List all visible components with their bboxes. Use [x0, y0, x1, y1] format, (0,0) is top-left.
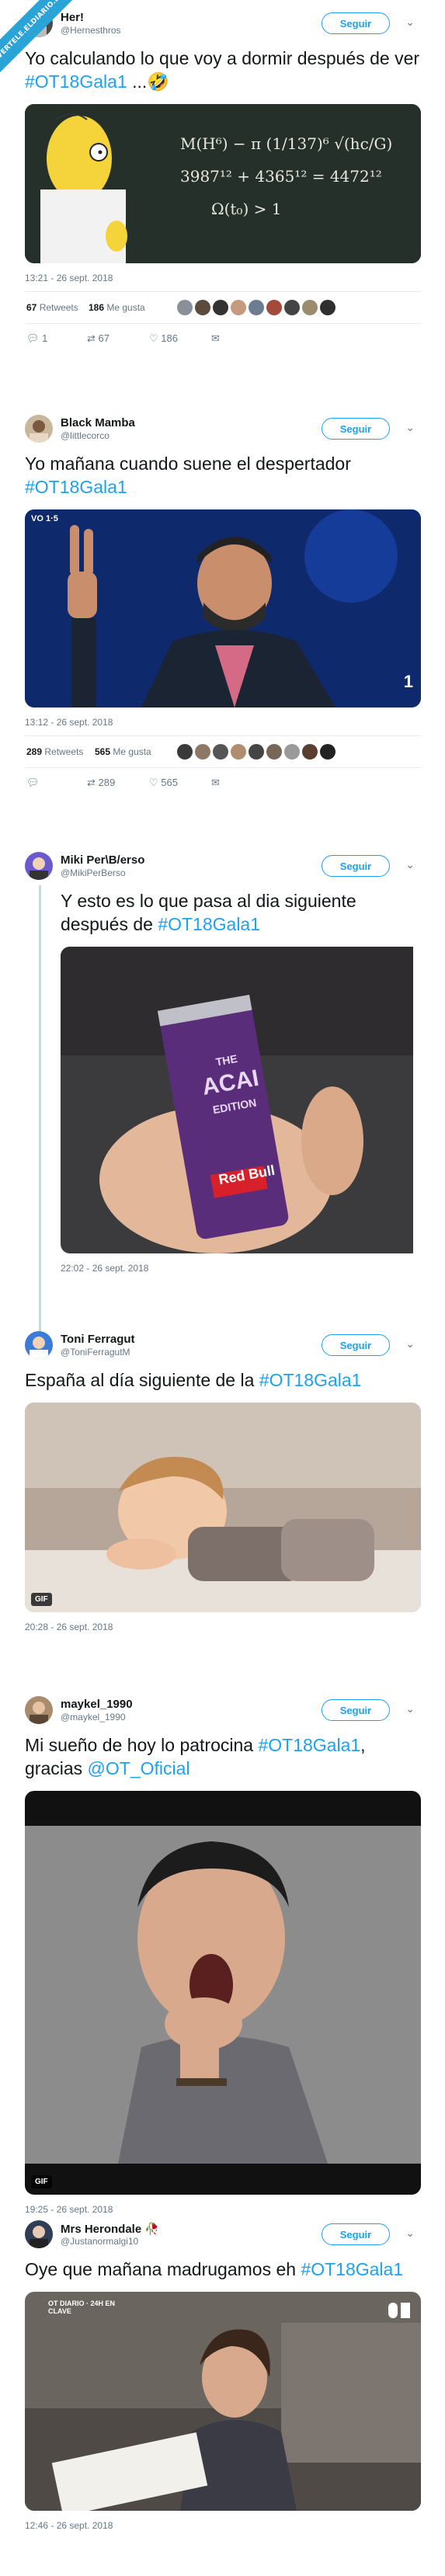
timestamp[interactable]: 13:12 - 26 sept. 2018 — [25, 717, 421, 728]
tweet-card: Miki Per\B/erso @MikiPerBerso Seguir ⌄ Y… — [17, 849, 429, 1274]
retweets-stat[interactable]: 67 Retweets — [26, 302, 78, 313]
tweet-header: Miki Per\B/erso @MikiPerBerso Seguir ⌄ — [17, 849, 429, 880]
author-handle[interactable]: @Hernesthros — [61, 25, 121, 36]
timestamp[interactable]: 22:02 - 26 sept. 2018 — [61, 1263, 421, 1274]
reply-icon[interactable]: 💬︎ — [26, 777, 40, 789]
chevron-down-icon[interactable]: ⌄ — [405, 858, 415, 871]
video-overlay-label: VO 1·5 — [31, 514, 58, 523]
tweet-card: Toni Ferragut @ToniFerragutM Seguir ⌄ Es… — [17, 1328, 429, 1632]
follow-button[interactable]: Seguir — [322, 1699, 390, 1721]
like-icon[interactable]: ♡ 565 — [149, 777, 178, 789]
tweet-header: maykel_1990 @maykel_1990 Seguir ⌄ — [17, 1693, 429, 1724]
likes-stat[interactable]: 565 Me gusta — [95, 746, 151, 757]
timestamp[interactable]: 19:25 - 26 sept. 2018 — [25, 2204, 421, 2215]
tweet-header: Black Mamba @littlecorco Seguir ⌄ — [17, 412, 429, 443]
tweet-actions: 💬︎ 1 ⇄ 67 ♡ 186 ✉ — [25, 324, 421, 352]
tweet-header: Her! @Hernesthros Seguir ⌄ — [17, 6, 429, 37]
author-handle[interactable]: @Justanormalgi10 — [61, 2236, 138, 2247]
retweet-icon[interactable]: ⇄ 289 — [87, 777, 115, 789]
video-overlay-label: OT DIARIO · 24H EN CLAVE — [48, 2300, 116, 2315]
liker-avatars — [177, 300, 338, 318]
author-handle[interactable]: @littlecorco — [61, 430, 110, 441]
follow-button[interactable]: Seguir — [322, 2223, 390, 2245]
tweet-image[interactable]: M(H⁶) − π (1/137)⁶ √(hc/G) 3987¹² + 4365… — [25, 104, 421, 263]
hashtag-link[interactable]: #OT18Gala1 — [158, 914, 260, 934]
timestamp[interactable]: 20:28 - 26 sept. 2018 — [25, 1622, 421, 1632]
tweet-card: Her! @Hernesthros Seguir ⌄ Yo calculando… — [17, 6, 429, 352]
follow-button[interactable]: Seguir — [322, 12, 390, 34]
hashtag-link[interactable]: #OT18Gala1 — [258, 1735, 360, 1755]
hashtag-link[interactable]: #OT18Gala1 — [259, 1370, 362, 1390]
hashtag-link[interactable]: #OT18Gala1 — [301, 2259, 403, 2279]
author-handle[interactable]: @MikiPerBerso — [61, 867, 126, 878]
engagement-stats: 289 Retweets 565 Me gusta — [25, 735, 421, 768]
tweet-header: Toni Ferragut @ToniFerragutM Seguir ⌄ — [17, 1328, 429, 1359]
gif-badge: GIF — [31, 1593, 52, 1606]
author-name[interactable]: Black Mamba — [61, 416, 135, 429]
author-name[interactable]: Miki Per\B/erso — [61, 853, 144, 867]
chevron-down-icon[interactable]: ⌄ — [405, 1702, 415, 1716]
tweet-image[interactable]: THE ACAI EDITION Red Bull — [61, 947, 421, 1253]
channel-logo — [388, 2303, 410, 2318]
author-name[interactable]: Her! — [61, 11, 84, 24]
engagement-stats: 67 Retweets 186 Me gusta — [25, 291, 421, 324]
tweet-image[interactable]: VO 1·5 1 — [25, 509, 421, 707]
retweet-icon[interactable]: ⇄ 67 — [87, 332, 110, 345]
avatar[interactable] — [25, 852, 53, 880]
follow-button[interactable]: Seguir — [322, 418, 390, 440]
author-name[interactable]: maykel_1990 — [61, 1698, 133, 1711]
likes-stat[interactable]: 186 Me gusta — [89, 302, 145, 313]
tweet-text: Yo calculando lo que voy a dormir despué… — [25, 48, 420, 92]
avatar[interactable] — [25, 415, 53, 443]
tweet-text: Yo mañana cuando suene el despertador #O… — [25, 454, 351, 497]
retweets-stat[interactable]: 289 Retweets — [26, 746, 83, 757]
tweet-card: Mrs Herondale 🥀 @Justanormalgi10 Seguir … — [17, 2217, 429, 2531]
liker-avatars — [177, 744, 338, 762]
tweet-card: maykel_1990 @maykel_1990 Seguir ⌄ Mi sue… — [17, 1693, 429, 2215]
like-icon[interactable]: ♡ 186 — [149, 332, 178, 345]
author-name[interactable]: Toni Ferragut — [61, 1333, 135, 1346]
avatar[interactable] — [25, 1331, 53, 1359]
follow-button[interactable]: Seguir — [322, 855, 390, 877]
reply-icon[interactable]: 💬︎ 1 — [26, 332, 47, 345]
timestamp[interactable]: 12:46 - 26 sept. 2018 — [25, 2520, 421, 2531]
tweet-card: Black Mamba @littlecorco Seguir ⌄ Yo mañ… — [17, 412, 429, 796]
tweet-text: España al día siguiente de la #OT18Gala1 — [25, 1370, 362, 1390]
channel-logo: 1 — [403, 672, 413, 691]
tweet-text: Oye que mañana madrugamos eh #OT18Gala1 — [25, 2259, 404, 2279]
tweet-header: Mrs Herondale 🥀 @Justanormalgi10 Seguir … — [17, 2217, 429, 2248]
tweet-image[interactable]: OT DIARIO · 24H EN CLAVE — [25, 2292, 421, 2511]
follow-button[interactable]: Seguir — [322, 1334, 390, 1356]
tweet-gif[interactable]: GIF — [25, 1403, 421, 1612]
chevron-down-icon[interactable]: ⌄ — [405, 2227, 415, 2240]
tweet-actions: 💬︎ ⇄ 289 ♡ 565 ✉ — [25, 768, 421, 796]
avatar[interactable] — [25, 2220, 53, 2248]
tweet-text: Y esto es lo que pasa al dia siguiente d… — [61, 891, 356, 934]
author-name[interactable]: Mrs Herondale 🥀 — [61, 2222, 159, 2236]
timestamp[interactable]: 13:21 - 26 sept. 2018 — [25, 273, 421, 283]
author-handle[interactable]: @ToniFerragutM — [61, 1347, 130, 1358]
chevron-down-icon[interactable]: ⌄ — [405, 1337, 415, 1351]
mention-link[interactable]: @OT_Oficial — [88, 1758, 190, 1778]
tweet-gif[interactable]: GIF — [25, 1791, 421, 2195]
hashtag-link[interactable]: #OT18Gala1 — [25, 71, 127, 92]
avatar[interactable] — [25, 1696, 53, 1724]
chevron-down-icon[interactable]: ⌄ — [405, 16, 415, 29]
message-icon[interactable]: ✉ — [211, 777, 220, 789]
author-handle[interactable]: @maykel_1990 — [61, 1712, 126, 1723]
gif-badge: GIF — [31, 2175, 52, 2188]
chevron-down-icon[interactable]: ⌄ — [405, 421, 415, 434]
hashtag-link[interactable]: #OT18Gala1 — [25, 477, 127, 497]
tweet-text: Mi sueño de hoy lo patrocina #OT18Gala1,… — [25, 1735, 366, 1778]
blackboard-equations: M(H⁶) − π (1/137)⁶ √(hc/G) 3987¹² + 4365… — [180, 134, 393, 218]
message-icon[interactable]: ✉ — [211, 332, 220, 345]
